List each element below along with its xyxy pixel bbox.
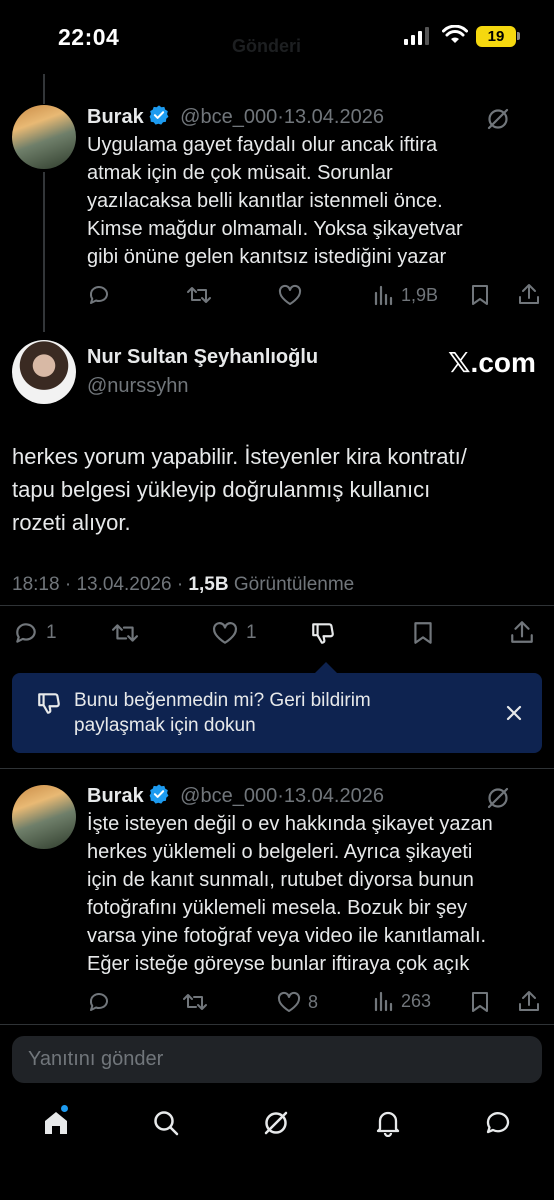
divider — [0, 768, 554, 769]
tweet-text-line: Eğer isteğe göreyse bunlar iftiraya çok … — [87, 953, 470, 975]
retweet-icon[interactable] — [182, 990, 208, 1014]
like-count: 8 — [308, 991, 319, 1012]
divider — [0, 605, 554, 606]
tweet-header: Burak @bce_000·13.04.2026 — [87, 104, 384, 129]
tweet-text-line: varsa yine fotoğraf veya video ile kanıt… — [87, 925, 487, 947]
battery-indicator: 19 — [476, 26, 516, 47]
bell-icon[interactable] — [374, 1109, 402, 1137]
feedback-line: paylaşmak için dokun — [74, 715, 256, 736]
retweet-icon[interactable] — [110, 620, 140, 646]
tweet-metadata: 18:18 · 13.04.2026 · 1,5B Görüntülenme — [12, 574, 354, 596]
share-icon[interactable] — [517, 989, 541, 1013]
bookmark-icon[interactable] — [469, 283, 491, 307]
meta-separator: · — [277, 106, 284, 128]
avatar[interactable] — [12, 105, 76, 169]
tweet-header: Burak @bce_000·13.04.2026 — [87, 783, 384, 808]
dislike-icon[interactable] — [310, 620, 336, 646]
author-name[interactable]: Nur Sultan Şeyhanlıoğlu — [87, 346, 318, 369]
bookmark-icon[interactable] — [469, 990, 491, 1014]
divider — [0, 1024, 554, 1025]
battery-nub — [517, 32, 520, 40]
thread-connector — [43, 74, 45, 104]
reply-placeholder[interactable]: Yanıtını gönder — [28, 1048, 163, 1071]
views-value: 1,9B — [401, 284, 439, 305]
tweet-text-line: Kimse mağdur olmamalı. Yoksa şikayetvar — [87, 218, 463, 240]
tweet-date[interactable]: 13.04.2026 — [284, 106, 384, 128]
meta-separator: · — [277, 785, 284, 807]
dislike-icon — [38, 693, 60, 714]
grok-icon[interactable] — [485, 106, 511, 132]
bookmark-icon[interactable] — [411, 620, 435, 646]
reply-icon — [16, 623, 36, 643]
tweet-date[interactable]: 13.04.2026 — [76, 574, 171, 595]
tweet-text-line: gibi önüne gelen kanıtsız istediğini yaz… — [87, 246, 447, 268]
main-tweet-text: herkes yorum yapabilir. İsteyenler kira … — [12, 440, 542, 539]
avatar[interactable] — [12, 340, 76, 404]
avatar[interactable] — [12, 785, 76, 849]
reply-button[interactable]: 1 — [12, 620, 57, 646]
like-button[interactable]: 8 — [276, 990, 318, 1014]
share-icon[interactable] — [509, 619, 535, 645]
views-icon — [374, 285, 393, 306]
wifi-icon — [442, 25, 468, 43]
source-logo: 𝕏.com — [448, 347, 536, 378]
tweet-text: Uygulama gayet faydalı olur ancak iftira… — [87, 131, 537, 271]
thread-connector — [43, 172, 45, 332]
meta-separator: · — [64, 574, 72, 595]
tweet-text-line: İşte isteyen değil o ev hakkında şikayet… — [87, 813, 493, 835]
retweet-icon[interactable] — [186, 283, 212, 307]
views-count[interactable]: 1,5B — [188, 574, 228, 595]
messages-icon[interactable] — [484, 1109, 512, 1137]
tweet-date[interactable]: 13.04.2026 — [284, 785, 384, 807]
author-name[interactable]: Burak — [87, 106, 144, 128]
tweet-time[interactable]: 18:18 — [12, 574, 60, 595]
author-handle[interactable]: @bce_000 — [180, 785, 277, 807]
tweet-text-line: herkes yorum yapabilir. İsteyenler kira … — [12, 444, 467, 469]
close-icon[interactable] — [505, 704, 523, 722]
grok-icon[interactable] — [485, 785, 511, 811]
ghost-header-title: Gönderi — [232, 36, 302, 56]
reply-icon[interactable] — [87, 990, 111, 1014]
feedback-pointer — [315, 662, 337, 673]
like-count: 1 — [246, 622, 257, 643]
tweet-text-line: yazılacaksa belli kanıtlar istenmeli önc… — [87, 190, 443, 212]
verified-icon — [149, 784, 169, 804]
like-icon — [277, 991, 301, 1012]
share-icon[interactable] — [517, 282, 541, 306]
reply-count: 1 — [46, 622, 57, 643]
feedback-line: Bunu beğenmedin mi? Geri bildirim — [74, 690, 371, 711]
tweet-text: İşte isteyen değil o ev hakkında şikayet… — [87, 810, 547, 978]
cellular-signal-icon — [404, 27, 429, 45]
status-time: 22:04 — [58, 24, 120, 50]
reply-icon[interactable] — [87, 283, 111, 307]
author-handle[interactable]: @nurssyhn — [87, 375, 188, 398]
meta-separator: · — [176, 574, 184, 595]
search-icon[interactable] — [152, 1109, 180, 1137]
author-handle[interactable]: @bce_000 — [180, 106, 277, 128]
tweet-text-line: fotoğrafını yüklemeli mesela. Bozuk bir … — [87, 897, 468, 919]
feedback-text[interactable]: Bunu beğenmedin mi? Geri bildirim paylaş… — [74, 688, 454, 738]
tweet-text-line: için de kanıt sunmalı, rutubet diyorsa b… — [87, 869, 474, 891]
tweet-text-line: tapu belgesi yükleyip doğrulanmış kullan… — [12, 477, 431, 502]
grok-icon[interactable] — [262, 1109, 290, 1137]
like-icon — [213, 622, 237, 644]
tweet-text-line: Uygulama gayet faydalı olur ancak iftira — [87, 134, 438, 156]
views-icon — [374, 991, 393, 1012]
home-notification-dot — [61, 1105, 68, 1112]
like-button[interactable]: 1 — [210, 620, 257, 646]
author-name[interactable]: Burak — [87, 785, 144, 807]
views-count[interactable]: 263 — [373, 990, 431, 1012]
verified-icon — [149, 105, 169, 125]
tweet-text-line: rozeti alıyor. — [12, 510, 131, 535]
home-icon[interactable] — [42, 1109, 70, 1137]
tweet-text-line: atmak için de çok müsait. Sorunlar — [87, 162, 393, 184]
views-label: Görüntülenme — [233, 574, 355, 595]
views-value: 263 — [401, 990, 432, 1011]
views-count[interactable]: 1,9B — [373, 284, 438, 306]
like-icon[interactable] — [277, 283, 303, 307]
tweet-text-line: herkes yüklemeli o belgeleri. Ayrıca şik… — [87, 841, 473, 863]
